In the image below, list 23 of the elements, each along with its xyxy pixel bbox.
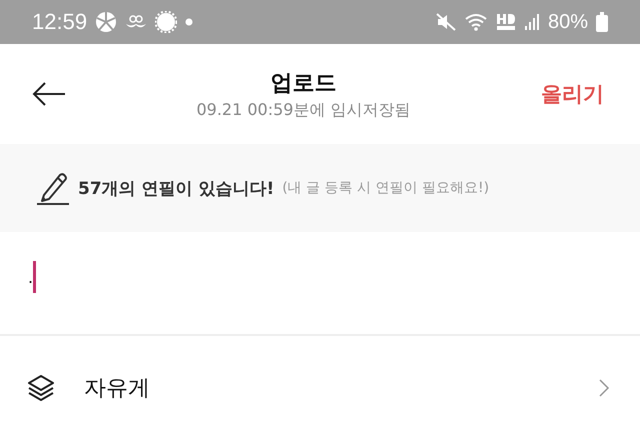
dot-icon [185,18,194,26]
hd-voice-icon [496,12,516,32]
layers-icon [26,373,56,403]
battery-percent: 80% [548,10,588,34]
battery-icon [596,12,608,32]
autosave-status: 09.21 00:59분에 임시저장됨 [196,100,411,120]
back-button[interactable] [32,81,66,107]
wifi-icon [464,12,488,32]
mute-icon [436,13,456,31]
notice-hint: (내 글 등록 시 연필이 필요해요!) [282,179,490,197]
post-button[interactable]: 올리기 [541,80,604,108]
page-title: 업로드 [270,70,336,98]
back-arrow-icon [32,81,66,107]
post-input[interactable]: . [0,232,640,336]
badge-icon [155,11,178,33]
pencil-count: 57개의 연필이 있습니다! [78,178,274,200]
signal-icon [524,13,540,31]
chevron-right-icon [598,378,610,398]
pinwheel-icon [95,11,118,33]
mustache-icon [125,14,148,30]
status-time: 12:59 [32,9,88,35]
pencil-icon [36,171,70,205]
board-selector[interactable]: 자유게 [0,336,640,440]
